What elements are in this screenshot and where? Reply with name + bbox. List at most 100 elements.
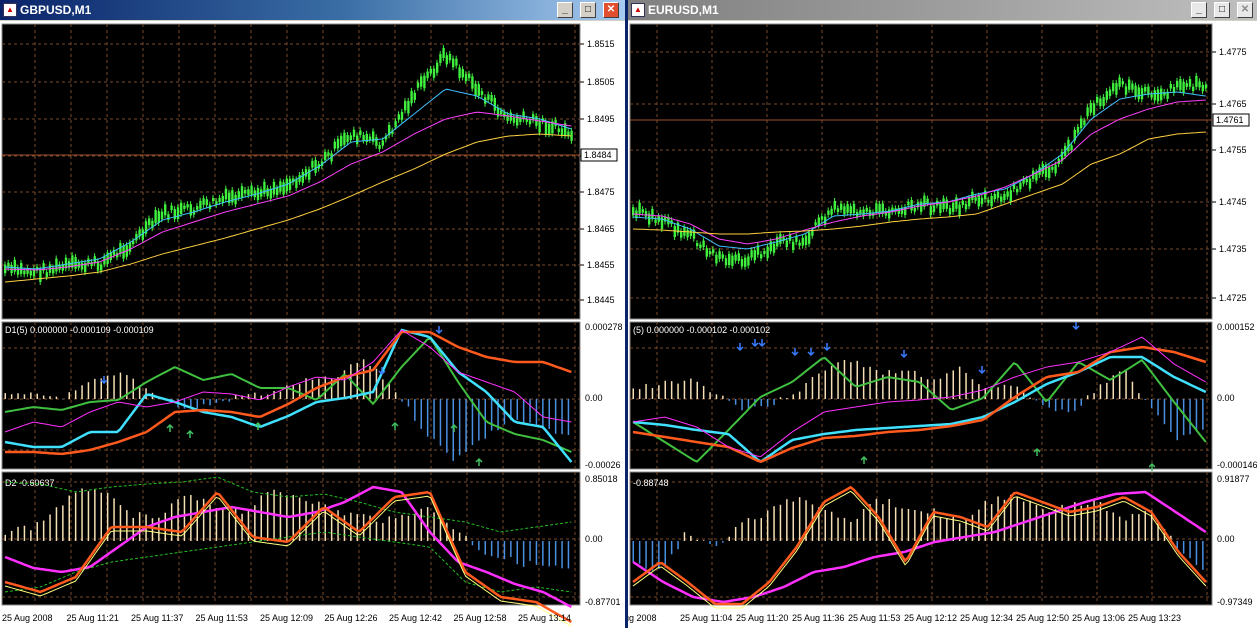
candle-body bbox=[170, 205, 173, 211]
d2-histogram-bar bbox=[1189, 541, 1191, 559]
time-axis-label: 25 Aug 11:20 bbox=[736, 613, 788, 623]
candle-body bbox=[836, 208, 840, 212]
candle-body bbox=[702, 240, 705, 248]
d1-histogram-bar bbox=[1067, 399, 1070, 413]
d1-histogram-bar bbox=[1029, 397, 1031, 399]
candle-body bbox=[808, 232, 811, 244]
d1-histogram-bar bbox=[862, 367, 865, 399]
minimize-button[interactable]: _ bbox=[1191, 2, 1207, 18]
candle-body bbox=[734, 254, 737, 261]
time-axis-label: 25 Aug 11:53 bbox=[848, 613, 900, 623]
d1-histogram-bar bbox=[254, 392, 256, 399]
d2-histogram-bar bbox=[375, 521, 378, 541]
d1-histogram-bar bbox=[522, 399, 525, 424]
candle-body bbox=[827, 210, 830, 215]
d2-histogram-bar bbox=[722, 541, 724, 543]
price-axis-label: 1.8455 bbox=[587, 260, 615, 270]
eurusd-chart-window[interactable]: ▲ EURUSD,M1 _ □ ✕ 1.4775 1.4765 1.4755 1.47… bbox=[628, 0, 1257, 628]
time-axis-label: 25 Aug 13:23 bbox=[1128, 613, 1181, 623]
candle-body bbox=[1080, 118, 1083, 129]
price-axis-label: 1.8445 bbox=[587, 295, 615, 305]
d2-histogram-bar bbox=[394, 518, 397, 541]
candle-body bbox=[929, 206, 932, 216]
candle-body bbox=[1176, 80, 1179, 88]
candle-body bbox=[212, 198, 215, 202]
d2-histogram-bar bbox=[23, 525, 26, 541]
candle-body bbox=[1195, 75, 1198, 87]
d1-histogram-bar bbox=[965, 372, 967, 399]
candle-body bbox=[958, 204, 961, 216]
d1-histogram-bar bbox=[1144, 399, 1146, 401]
candle-body bbox=[696, 243, 699, 247]
d1-histogram-bar bbox=[747, 399, 750, 409]
candle-body bbox=[80, 262, 84, 270]
candle-body bbox=[968, 197, 971, 207]
title-bar[interactable]: ▲ EURUSD,M1 _ □ ✕ bbox=[628, 0, 1257, 20]
d2-histogram-bar bbox=[561, 541, 563, 569]
candle-body bbox=[785, 240, 788, 248]
d1-histogram-bar bbox=[1182, 399, 1185, 436]
candle-body bbox=[1156, 89, 1160, 102]
main-price-pane[interactable] bbox=[1, 23, 581, 320]
time-axis-label: 25 Aug 13:14 bbox=[518, 613, 571, 623]
close-button[interactable]: ✕ bbox=[1237, 2, 1253, 18]
d1-histogram-bar bbox=[55, 396, 58, 399]
candle-body bbox=[1003, 193, 1006, 201]
maximize-button[interactable]: □ bbox=[580, 2, 596, 18]
candle-body bbox=[474, 83, 477, 96]
d2-histogram-bar bbox=[465, 535, 467, 541]
d2-histogram-bar bbox=[984, 500, 986, 541]
d2-histogram-bar bbox=[55, 507, 58, 541]
d1-level-label: 0.000152 bbox=[1217, 322, 1255, 332]
candle-body bbox=[1102, 97, 1105, 106]
d2-histogram-bar bbox=[1131, 514, 1134, 541]
d1-histogram-bar bbox=[651, 388, 654, 399]
d1-histogram-bar bbox=[196, 399, 198, 409]
candle-body bbox=[429, 68, 432, 74]
chart-canvas[interactable]: 1.85151.85051.84951.84851.84751.84651.84… bbox=[0, 21, 625, 628]
title-bar[interactable]: ▲ GBPUSD,M1 _ □ ✕ bbox=[0, 0, 625, 20]
d1-histogram-bar bbox=[741, 399, 743, 411]
candle-body bbox=[362, 134, 365, 141]
d1-histogram-bar bbox=[394, 392, 397, 399]
d2-histogram-bar bbox=[632, 541, 634, 562]
d2-histogram-bar bbox=[1202, 541, 1204, 570]
d2-histogram-bar bbox=[677, 541, 679, 550]
gbpusd-chart-window[interactable]: ▲ GBPUSD,M1 _ □ ✕ 1.8515 1.8505 1.8495 1.84… bbox=[0, 0, 625, 628]
minimize-button[interactable]: _ bbox=[557, 2, 573, 18]
d1-histogram-bar bbox=[49, 396, 51, 399]
candle-body bbox=[980, 197, 984, 205]
d2-histogram-bar bbox=[1138, 514, 1140, 541]
d1-histogram-bar bbox=[228, 399, 230, 402]
close-button[interactable]: ✕ bbox=[603, 2, 619, 18]
candle-body bbox=[1179, 79, 1182, 91]
price-axis-label: 1.4725 bbox=[1219, 293, 1247, 303]
candle-body bbox=[324, 151, 327, 161]
d2-histogram-bar bbox=[337, 510, 339, 541]
candle-body bbox=[1016, 188, 1019, 193]
candle-body bbox=[1006, 191, 1009, 197]
d1-histogram-bar bbox=[843, 360, 846, 399]
d2-histogram-bar bbox=[1182, 541, 1185, 554]
candle-body bbox=[942, 198, 945, 210]
d2-histogram-bar bbox=[696, 539, 698, 541]
chart-canvas[interactable]: 1.4775 1.4765 1.4755 1.4745 1.4735 1.4725 1.47… bbox=[628, 21, 1257, 628]
d2-histogram-bar bbox=[734, 526, 737, 541]
candle-body bbox=[945, 199, 948, 209]
candle-body bbox=[644, 211, 648, 217]
candle-body bbox=[400, 111, 404, 120]
main-price-pane[interactable] bbox=[629, 23, 1213, 320]
candle-body bbox=[439, 54, 442, 63]
d1-histogram-bar bbox=[356, 362, 358, 399]
candle-body bbox=[378, 144, 381, 150]
time-axis-label: 25 Aug 12:50 bbox=[1016, 613, 1069, 623]
current-price-label: 1.8484 bbox=[584, 150, 612, 160]
candle-body bbox=[1108, 89, 1112, 97]
candle-body bbox=[477, 84, 480, 96]
d2-histogram-bar bbox=[100, 492, 102, 541]
maximize-button[interactable]: □ bbox=[1214, 2, 1230, 18]
d1-histogram-bar bbox=[1195, 399, 1198, 431]
d2-histogram-bar bbox=[164, 512, 166, 541]
d1-histogram-bar bbox=[1080, 399, 1082, 406]
candle-body bbox=[932, 205, 936, 212]
